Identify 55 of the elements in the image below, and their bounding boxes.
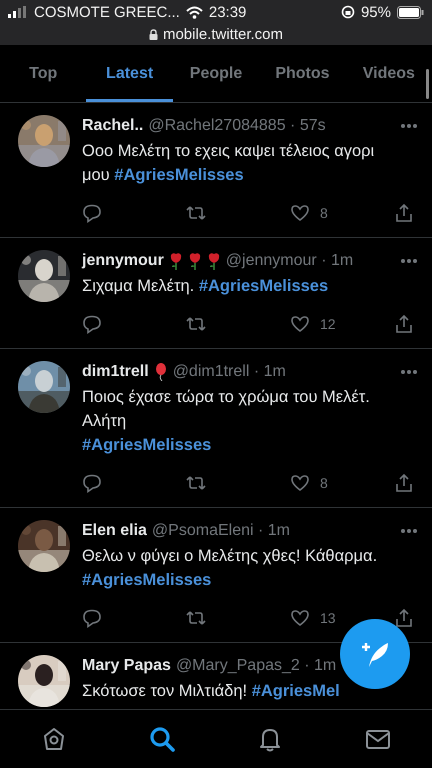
user-handle: @PsomaEleni · 1m (152, 522, 290, 540)
like-count: 12 (320, 316, 336, 332)
rose-icon (168, 252, 183, 270)
battery-percent: 95% (360, 4, 391, 20)
signal-icon (8, 6, 28, 18)
page-url[interactable]: mobile.twitter.com (162, 26, 284, 42)
clock-time: 23:39 (208, 4, 246, 20)
like-count: 13 (320, 610, 336, 626)
more-icon[interactable] (400, 369, 418, 375)
reply-icon[interactable] (82, 608, 102, 628)
user-name[interactable]: Rachel.. (82, 117, 144, 135)
user-handle: @Rachel27084885 · 57s (148, 117, 326, 135)
reply-icon[interactable] (82, 203, 102, 223)
user-handle: @Mary_Papas_2 · 1m (176, 657, 336, 675)
tab[interactable]: People (172, 45, 260, 102)
more-icon[interactable] (400, 528, 418, 534)
rotation-lock-icon (340, 5, 355, 19)
tab[interactable]: Latest (86, 45, 173, 102)
user-name[interactable]: dim1trell (82, 363, 149, 381)
user-name[interactable]: jennymour (82, 252, 164, 270)
tweet-text: Σκότωσε τον Μιλτιάδη! #AgriesMel (82, 681, 341, 702)
tweet-text: Σιχαμα Μελέτη. #AgriesMelisses (82, 276, 330, 297)
tab[interactable]: Videos (346, 45, 432, 102)
share-icon[interactable] (394, 314, 414, 334)
heart-icon[interactable] (290, 608, 310, 628)
share-icon[interactable] (394, 203, 414, 223)
balloon-icon (154, 363, 168, 381)
user-name[interactable]: Mary Papas (82, 657, 171, 675)
battery-icon (397, 6, 424, 18)
reply-icon[interactable] (82, 473, 102, 493)
carrier-name: COSMOTE GREEC... (34, 4, 180, 20)
share-icon[interactable] (394, 608, 414, 628)
heart-icon[interactable] (290, 314, 310, 334)
more-icon[interactable] (400, 258, 418, 264)
tweet-text: Ποιος έχασε τώρα το χρώμα του Μελέτ. Αλήτη #AgriesMelisses (82, 387, 371, 456)
tab[interactable]: Top (0, 45, 86, 102)
search-icon (148, 725, 176, 753)
scrollbar (426, 69, 429, 99)
like-count: 8 (320, 475, 328, 491)
reply-icon[interactable] (82, 314, 102, 334)
rose-icon (206, 252, 221, 270)
tweet-text: Θελω ν φύγει ο Μελέτης χθες! Κάθαρμα. #AgriesMelisses (82, 546, 378, 591)
heart-icon[interactable] (290, 203, 310, 223)
rose-icon (188, 252, 202, 270)
wifi-icon (186, 6, 203, 18)
user-handle: @dim1trell · 1m (172, 363, 286, 381)
heart-icon[interactable] (290, 473, 310, 493)
share-icon[interactable] (394, 473, 414, 493)
user-handle: @jennymour · 1m (226, 252, 354, 270)
lock-icon (148, 28, 158, 40)
tweet-text: Οοο Μελέτη το εχεις καψει τέλειος αγορι μου #AgriesMelisses (82, 141, 376, 186)
like-count: 8 (320, 205, 328, 221)
more-icon[interactable] (400, 123, 418, 129)
tab[interactable]: Photos (259, 45, 346, 102)
user-name[interactable]: Elen elia (82, 522, 147, 540)
